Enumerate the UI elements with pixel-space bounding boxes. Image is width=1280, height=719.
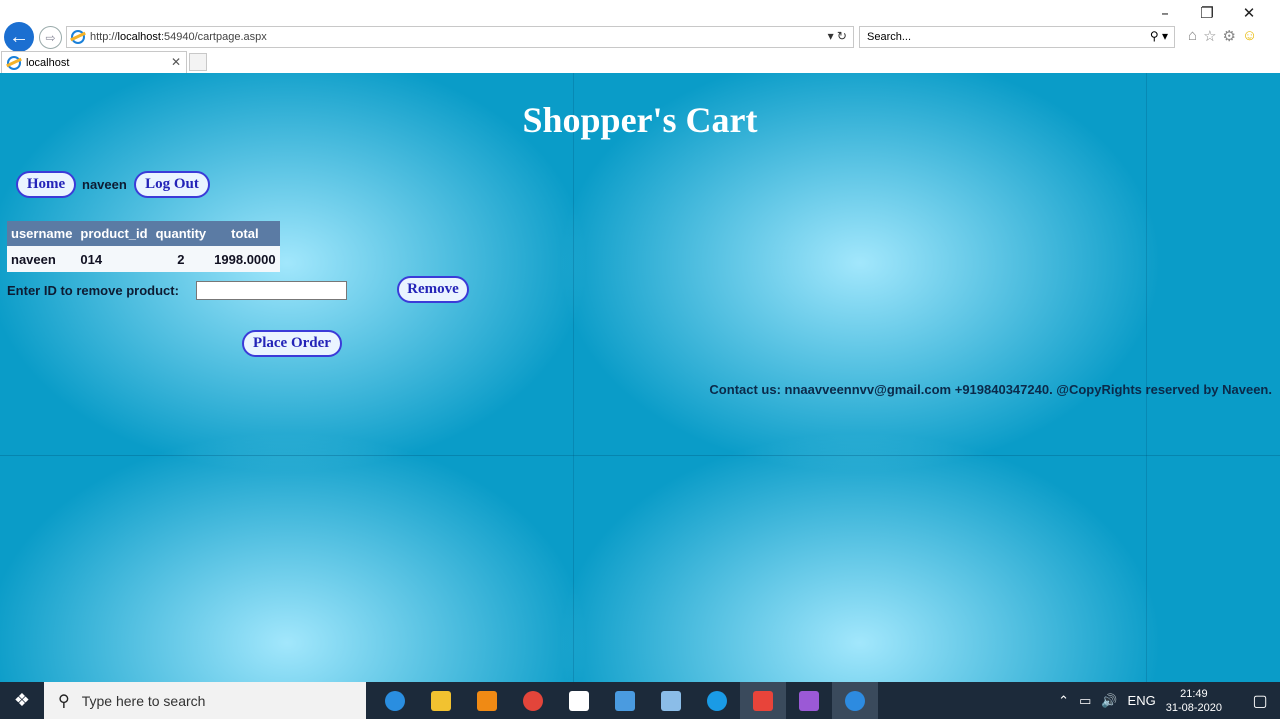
ie-page-icon [71, 30, 85, 44]
browser-chrome: – ❐ ✕ ← ⇨ http://localhost:54940/cartpag… [0, 0, 1280, 73]
tab-close-icon[interactable]: ✕ [171, 55, 181, 69]
remove-id-label: Enter ID to remove product: [7, 283, 179, 298]
internet-explorer-icon-glyph [845, 690, 865, 711]
place-order-button[interactable]: Place Order [242, 330, 342, 357]
search-icon: ⚲ [58, 692, 70, 710]
remove-button[interactable]: Remove [397, 276, 469, 303]
edge-icon[interactable] [372, 682, 418, 719]
username-label: naveen [82, 177, 127, 192]
cart-table: username product_id quantity total navee… [7, 221, 280, 272]
windows-start-icon[interactable]: ❖ [0, 682, 44, 719]
back-button[interactable]: ← [4, 22, 34, 52]
tab-title: localhost [26, 56, 70, 69]
new-tab-button[interactable] [189, 53, 207, 71]
gear-icon[interactable]: ⚙ [1223, 27, 1236, 45]
remove-id-input[interactable] [196, 281, 347, 300]
smiley-icon[interactable]: ☺ [1242, 27, 1257, 45]
chrome-icon[interactable] [510, 682, 556, 719]
page-content: Shopper's Cart Home naveen Log Out usern… [0, 73, 1280, 682]
refresh-icon[interactable]: ▾ ↻ [828, 29, 847, 43]
address-bar[interactable]: http://localhost:54940/cartpage.aspx ▾ ↻ [66, 26, 854, 48]
vlc-icon[interactable] [464, 682, 510, 719]
settings-icon[interactable] [556, 682, 602, 719]
clock-time: 21:49 [1180, 687, 1208, 700]
taskbar-apps [372, 682, 878, 719]
clock[interactable]: 21:49 31-08-2020 [1166, 687, 1222, 715]
volume-icon[interactable]: 🔊 [1101, 693, 1117, 709]
skype-icon-glyph [707, 690, 727, 711]
internet-explorer-icon[interactable] [832, 682, 878, 719]
header-quantity: quantity [151, 221, 211, 246]
visual-studio-icon-glyph [799, 690, 819, 711]
close-window-button[interactable]: ✕ [1228, 4, 1270, 22]
header-username: username [7, 221, 77, 246]
favorites-star-icon[interactable]: ☆ [1203, 27, 1216, 45]
anydesk-icon[interactable] [740, 682, 786, 719]
contact-footer: Contact us: nnaavveennvv@gmail.com +9198… [709, 382, 1272, 397]
system-tray: ⌃ ▭ 🔊 ENG 21:49 31-08-2020 ▢ [1058, 682, 1280, 719]
taskbar: ❖ ⚲ Type here to search ⌃ ▭ 🔊 ENG 21:49 … [0, 682, 1280, 719]
background-seam [1146, 73, 1147, 682]
header-product-id: product_id [76, 221, 152, 246]
browser-search-input[interactable]: Search... ⚲ ▾ [859, 26, 1175, 48]
table-row: naveen 014 2 1998.0000 [7, 246, 280, 272]
skype-icon[interactable] [694, 682, 740, 719]
anydesk-icon-glyph [753, 690, 773, 711]
taskbar-search-input[interactable]: ⚲ Type here to search [44, 682, 366, 719]
url-prefix: http:// [90, 31, 118, 43]
vlc-icon-glyph [477, 690, 497, 711]
cell-username: naveen [7, 246, 77, 272]
taskbar-search-placeholder: Type here to search [81, 692, 206, 709]
background-seam [0, 455, 1280, 456]
clock-date: 31-08-2020 [1165, 701, 1222, 714]
cell-product-id: 014 [76, 246, 152, 272]
language-indicator[interactable]: ENG [1128, 693, 1156, 708]
header-total: total [210, 221, 280, 246]
table-header-row: username product_id quantity total [7, 221, 280, 246]
browser-search-placeholder: Search... [867, 31, 912, 43]
window-controls: – ❐ ✕ [1144, 4, 1270, 22]
search-icon[interactable]: ⚲ ▾ [1150, 29, 1168, 43]
background-seam [573, 73, 574, 682]
battery-icon[interactable]: ▭ [1079, 693, 1091, 709]
chevron-up-icon[interactable]: ⌃ [1058, 693, 1069, 709]
toolbar-icons: ⌂ ☆ ⚙ ☺ [1188, 27, 1257, 45]
forward-button[interactable]: ⇨ [39, 26, 62, 49]
notepad-icon-glyph [661, 690, 681, 711]
control-panel-icon-glyph [615, 690, 635, 711]
cell-quantity: 2 [151, 246, 211, 272]
url-host: localhost [117, 31, 161, 43]
control-panel-icon[interactable] [602, 682, 648, 719]
home-icon[interactable]: ⌂ [1188, 27, 1197, 45]
page-title: Shopper's Cart [522, 100, 758, 140]
chrome-icon-glyph [523, 690, 543, 711]
minimize-button[interactable]: – [1144, 4, 1186, 22]
edge-icon-glyph [385, 690, 405, 711]
home-button[interactable]: Home [16, 171, 76, 198]
url-rest: :54940/cartpage.aspx [160, 31, 267, 43]
settings-icon-glyph [569, 690, 589, 711]
browser-tab[interactable]: localhost ✕ [1, 51, 187, 73]
file-explorer-icon[interactable] [418, 682, 464, 719]
restore-button[interactable]: ❐ [1186, 4, 1228, 22]
logout-button[interactable]: Log Out [134, 171, 210, 198]
cell-total: 1998.0000 [210, 246, 280, 272]
visual-studio-icon[interactable] [786, 682, 832, 719]
notification-icon[interactable]: ▢ [1240, 691, 1280, 711]
file-explorer-icon-glyph [431, 690, 451, 711]
notepad-icon[interactable] [648, 682, 694, 719]
tab-ie-icon [7, 55, 21, 70]
